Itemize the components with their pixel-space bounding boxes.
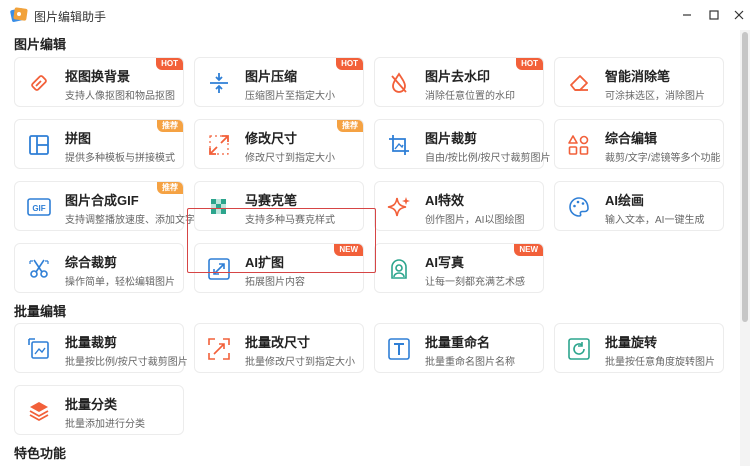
card-desc: 批量添加进行分类 (65, 419, 145, 430)
card-desc: 让每一刻都充满艺术感 (425, 277, 525, 288)
card-combo-edit[interactable]: 综合编辑 裁剪/文字/滤镜等多个功能 (554, 119, 724, 169)
crop-icon (389, 135, 409, 155)
batch-resize-icon (208, 338, 230, 360)
maximize-icon (709, 10, 719, 20)
card-desc: 批量修改尺寸到指定大小 (245, 357, 355, 368)
card-desc: 创作图片，AI以图绘图 (425, 215, 525, 226)
card-resize[interactable]: 修改尺寸 修改尺寸到指定大小 推荐 (194, 119, 364, 169)
card-batch-rename[interactable]: 批量重命名 批量重命名图片名称 (374, 323, 544, 373)
section-title-feature: 特色功能 (14, 446, 67, 461)
new-badge: NEW (514, 244, 543, 256)
card-desc: 自由/按比例/按尺寸裁剪图片 (425, 153, 551, 164)
rotate-icon (568, 338, 590, 360)
card-batch-classify[interactable]: 批量分类 批量添加进行分类 (14, 385, 184, 435)
section-title-image-edit: 图片编辑 (14, 37, 67, 52)
card-desc: 压缩图片至指定大小 (245, 91, 335, 102)
card-desc: 批量按任意角度旋转图片 (605, 357, 715, 368)
card-title: 批量旋转 (605, 335, 658, 350)
card-cutout[interactable]: 抠图换背景 支持人像抠图和物品抠图 HOT (14, 57, 184, 107)
recommend-badge: 推荐 (157, 182, 183, 194)
card-title: 图片合成GIF (65, 193, 139, 208)
card-desc: 消除任意位置的水印 (425, 91, 515, 102)
recommend-badge: 推荐 (337, 120, 363, 132)
batch-crop-icon (28, 338, 49, 359)
expand-arrows-icon (209, 135, 229, 155)
app-title: 图片编辑助手 (34, 10, 107, 24)
eraser-brush-icon (31, 75, 47, 91)
eraser-icon (570, 75, 588, 91)
card-desc: 提供多种模板与拼接模式 (65, 153, 175, 164)
card-title: 批量改尺寸 (245, 335, 311, 350)
hot-badge: HOT (516, 58, 543, 70)
card-title: 图片压缩 (245, 69, 298, 84)
palette-icon (569, 197, 589, 217)
card-compress[interactable]: 图片压缩 压缩图片至指定大小 HOT (194, 57, 364, 107)
card-batch-crop[interactable]: 批量裁剪 批量按比例/按尺寸裁剪图片 (14, 323, 188, 373)
card-title: 图片去水印 (425, 69, 491, 84)
card-title: AI绘画 (605, 193, 645, 208)
hot-badge: HOT (156, 58, 183, 70)
card-title: 综合裁剪 (65, 255, 118, 270)
shapes-icon (568, 135, 589, 155)
card-ai-portrait[interactable]: AI写真 让每一刻都充满艺术感 NEW (374, 243, 544, 293)
card-desc: 修改尺寸到指定大小 (245, 153, 335, 164)
card-title: 马赛克笔 (245, 193, 298, 208)
card-title: AI写真 (425, 255, 465, 270)
card-title: 抠图换背景 (65, 69, 131, 84)
card-desc: 拓展图片内容 (245, 277, 305, 288)
card-watermark[interactable]: 图片去水印 消除任意位置的水印 HOT (374, 57, 544, 107)
card-ai-paint[interactable]: AI绘画 输入文本，AI一键生成 (554, 181, 724, 231)
layers-icon (29, 402, 49, 422)
selection-highlight (187, 208, 376, 273)
card-desc: 批量重命名图片名称 (425, 357, 515, 368)
card-gif[interactable]: GIF 图片合成GIF 支持调整播放速度、添加文字 推荐 (14, 181, 195, 231)
card-collage[interactable]: 拼图 提供多种模板与拼接模式 推荐 (14, 119, 184, 169)
card-desc: 操作简单，轻松编辑图片 (65, 277, 175, 288)
recommend-badge: 推荐 (157, 120, 183, 132)
card-title: 综合编辑 (605, 131, 658, 146)
card-title: AI特效 (425, 193, 465, 208)
card-title: 图片裁剪 (425, 131, 478, 146)
card-title: 修改尺寸 (245, 131, 298, 146)
hot-badge: HOT (336, 58, 363, 70)
card-desc: 可涂抹选区，消除图片 (605, 91, 705, 102)
card-batch-resize[interactable]: 批量改尺寸 批量修改尺寸到指定大小 (194, 323, 364, 373)
card-desc: 输入文本，AI一键生成 (605, 215, 705, 226)
card-desc: 支持调整播放速度、添加文字 (65, 215, 195, 226)
rename-icon (388, 338, 410, 360)
gif-icon: GIF (27, 198, 51, 216)
card-title: 智能消除笔 (605, 69, 671, 84)
portrait-frame-icon (391, 259, 407, 279)
card-title: 批量重命名 (425, 335, 491, 350)
card-combo-crop[interactable]: 综合裁剪 操作简单，轻松编辑图片 (14, 243, 184, 293)
card-batch-rotate[interactable]: 批量旋转 批量按任意角度旋转图片 (554, 323, 724, 373)
card-desc: 支持人像抠图和物品抠图 (65, 91, 175, 102)
title-bar: 图片编辑助手 (0, 0, 750, 30)
scissors-icon (29, 259, 49, 278)
card-crop[interactable]: 图片裁剪 自由/按比例/按尺寸裁剪图片 (374, 119, 551, 169)
compress-arrows-icon (210, 73, 228, 93)
app-window: 图片编辑助手 图片编辑 抠图换背景 支持人像抠图和物品抠图 HOT 图片压缩 压… (0, 0, 750, 466)
card-desc: 批量按比例/按尺寸裁剪图片 (65, 357, 188, 368)
minimize-icon (683, 14, 691, 16)
close-button[interactable] (728, 4, 750, 26)
card-title: 拼图 (65, 131, 92, 146)
card-title: 批量分类 (65, 397, 118, 412)
water-drop-slash-icon (391, 72, 407, 93)
card-title: 批量裁剪 (65, 335, 118, 350)
card-smart-erase[interactable]: 智能消除笔 可涂抹选区，消除图片 (554, 57, 724, 107)
close-icon (734, 10, 744, 20)
layout-grid-icon (29, 135, 49, 155)
scrollbar-thumb[interactable] (742, 32, 748, 322)
sparkle-icon (387, 197, 410, 217)
card-desc: 裁剪/文字/滤镜等多个功能 (605, 153, 721, 164)
minimize-button[interactable] (676, 4, 698, 26)
maximize-button[interactable] (703, 4, 725, 26)
section-title-batch-edit: 批量编辑 (14, 304, 67, 319)
svg-text:GIF: GIF (32, 204, 45, 213)
app-logo-icon (10, 7, 28, 22)
card-ai-effect[interactable]: AI特效 创作图片，AI以图绘图 (374, 181, 544, 231)
